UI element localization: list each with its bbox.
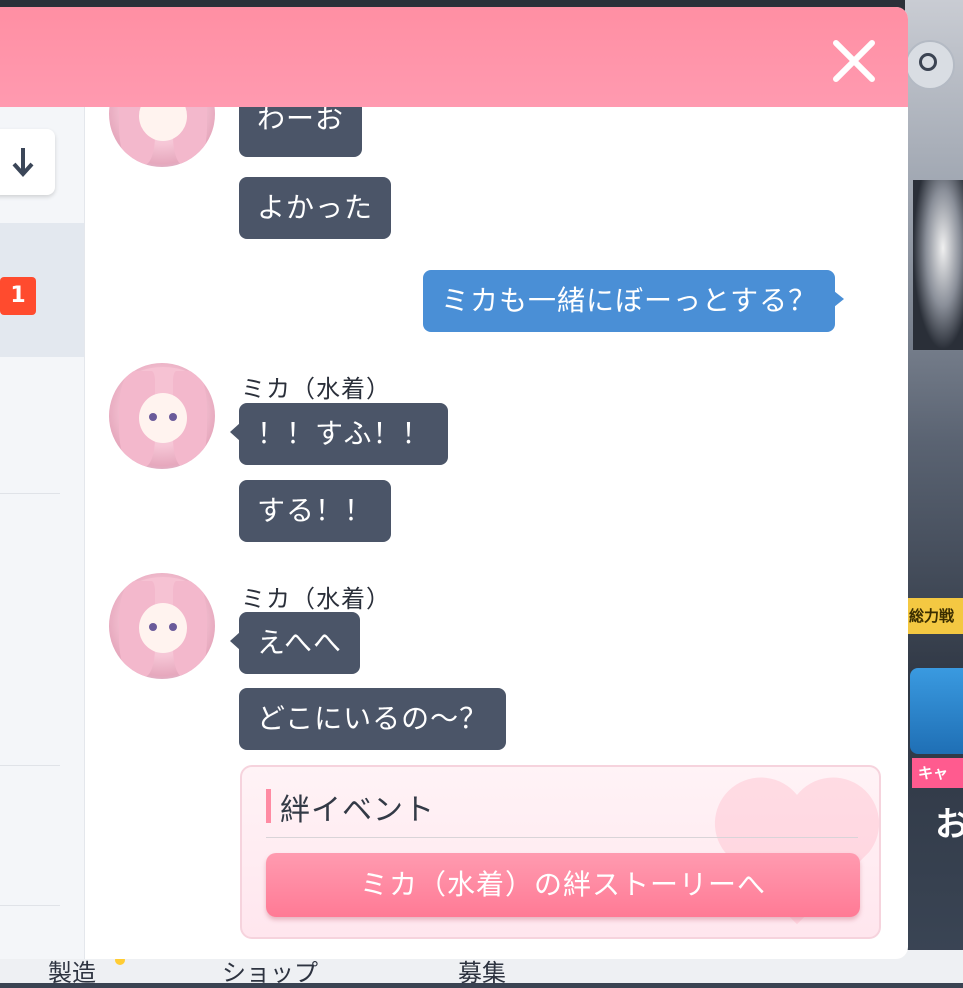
bond-story-button[interactable]: ミカ（水着）の絆ストーリーへ bbox=[266, 853, 860, 917]
message-bubble: どこにいるの～？ bbox=[239, 688, 507, 750]
sidebar-divider bbox=[0, 765, 60, 766]
bond-event-card: 絆イベント ミカ（水着）の絆ストーリーへ bbox=[240, 765, 881, 939]
sender-name: ミカ（水着） bbox=[241, 375, 391, 403]
chat-messages: わーお よかった ミカも一緒にぼーっとする？ ミカ（水着） ！！すふ！！ する！… bbox=[85, 107, 908, 959]
background-event-tag: 総力戦 bbox=[905, 598, 963, 634]
background-character bbox=[913, 180, 963, 350]
message-bubble: えへへ bbox=[229, 612, 361, 674]
chat-modal: 1 わーお よかった ミカも一緒にぼーっとする？ ミカ（水着） ！！すふ！！ す… bbox=[0, 7, 908, 959]
unread-badge: 1 bbox=[0, 277, 36, 315]
background-menu-button bbox=[905, 40, 955, 90]
arrow-down-icon bbox=[12, 148, 33, 177]
conversation-list: 1 bbox=[0, 107, 85, 959]
conversation-item-active[interactable]: 1 bbox=[0, 223, 84, 357]
bond-divider bbox=[266, 837, 858, 838]
nav-item-craft: 製造 bbox=[48, 959, 96, 987]
background-pink-tag: キャ bbox=[912, 758, 963, 788]
background-event-card bbox=[910, 668, 963, 754]
message-bubble: わーお bbox=[239, 107, 363, 157]
message-bubble: ！！すふ！！ bbox=[229, 403, 449, 465]
sender-name: ミカ（水着） bbox=[241, 585, 391, 613]
avatar bbox=[109, 363, 215, 469]
modal-header bbox=[0, 7, 908, 107]
close-button[interactable] bbox=[828, 35, 880, 87]
message-bubble: よかった bbox=[239, 177, 392, 239]
avatar bbox=[109, 573, 215, 679]
sidebar-divider bbox=[0, 493, 60, 494]
message-bubble: する！！ bbox=[239, 480, 392, 542]
bond-event-title: 絆イベント bbox=[280, 793, 435, 828]
my-message-bubble: ミカも一緒にぼーっとする？ bbox=[423, 270, 845, 332]
nav-item-shop: ショップ bbox=[222, 959, 318, 987]
background-card-text: お bbox=[935, 805, 963, 845]
sort-button[interactable] bbox=[0, 129, 55, 195]
nav-item-recruit: 募集 bbox=[458, 959, 506, 987]
avatar bbox=[109, 107, 215, 167]
sidebar-divider bbox=[0, 905, 60, 906]
close-icon bbox=[833, 40, 875, 82]
bond-title-accent bbox=[266, 789, 271, 823]
